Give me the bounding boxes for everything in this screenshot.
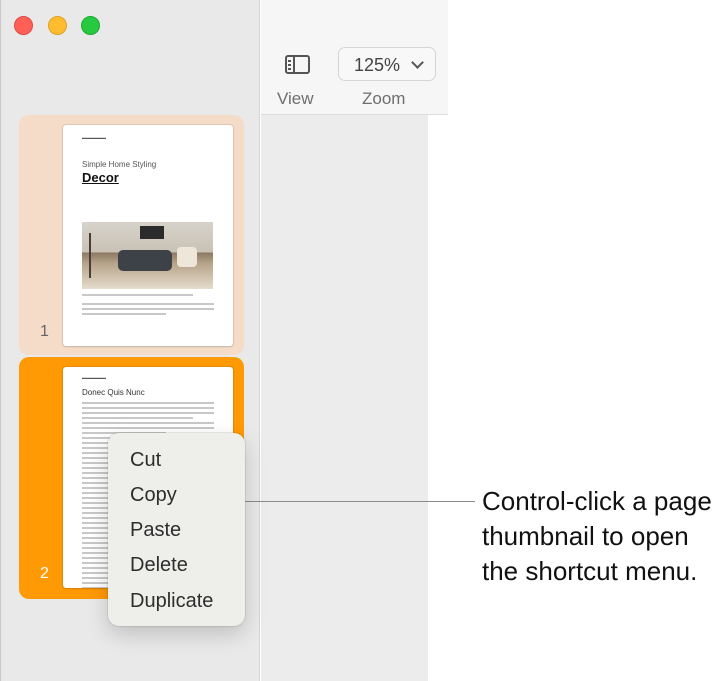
- main-toolbar: View 125% Zoom: [261, 0, 448, 115]
- close-window-button[interactable]: [14, 16, 33, 35]
- maximize-window-button[interactable]: [81, 16, 100, 35]
- page-header-mark: ▬▬▬▬▬▬: [82, 375, 106, 380]
- wall-art-shape: [140, 226, 164, 239]
- thumbnail-interior-photo: [82, 222, 213, 289]
- view-label: View: [277, 89, 314, 108]
- page-number-1: 1: [40, 323, 49, 340]
- zoom-label: Zoom: [362, 89, 406, 108]
- page-header-mark: ▬▬▬▬▬▬: [82, 135, 106, 140]
- callout-text: Control-click a page thumbnail to open t…: [482, 486, 712, 586]
- zoom-value: 125%: [354, 55, 401, 75]
- minimize-window-button[interactable]: [48, 16, 67, 35]
- callout-leader-line: [245, 501, 475, 502]
- document-page-edge: [428, 115, 448, 681]
- zoom-popup-button[interactable]: 125%: [338, 47, 436, 81]
- menu-item-duplicate[interactable]: Duplicate: [130, 590, 213, 613]
- menu-item-cut[interactable]: Cut: [130, 449, 161, 472]
- pillow-shape: [177, 247, 197, 267]
- page-preview-1: ▬▬▬▬▬▬ Simple Home Styling Decor: [63, 125, 233, 346]
- shortcut-menu: Cut Copy Paste Delete Duplicate: [108, 433, 245, 626]
- sofa-shape: [118, 250, 172, 271]
- thumbnail-heading: Decor: [82, 170, 119, 185]
- page-number-2: 2: [40, 565, 49, 582]
- view-button[interactable]: [279, 48, 319, 84]
- document-canvas[interactable]: [261, 115, 428, 681]
- thumbnail-caption-lines: [82, 294, 214, 299]
- menu-item-copy[interactable]: Copy: [130, 484, 177, 507]
- thumbnail-body-lines: [82, 303, 214, 318]
- lamp-shape: [89, 233, 97, 278]
- thumbnail-heading: Donec Quis Nunc: [82, 388, 145, 397]
- menu-item-paste[interactable]: Paste: [130, 519, 181, 542]
- thumbnail-subheading: Simple Home Styling: [82, 160, 157, 169]
- menu-item-delete[interactable]: Delete: [130, 554, 188, 577]
- chevron-down-icon: [411, 56, 424, 69]
- sidebar-icon: [285, 55, 310, 74]
- page-thumbnail-1[interactable]: 1 ▬▬▬▬▬▬ Simple Home Styling Decor: [19, 115, 244, 355]
